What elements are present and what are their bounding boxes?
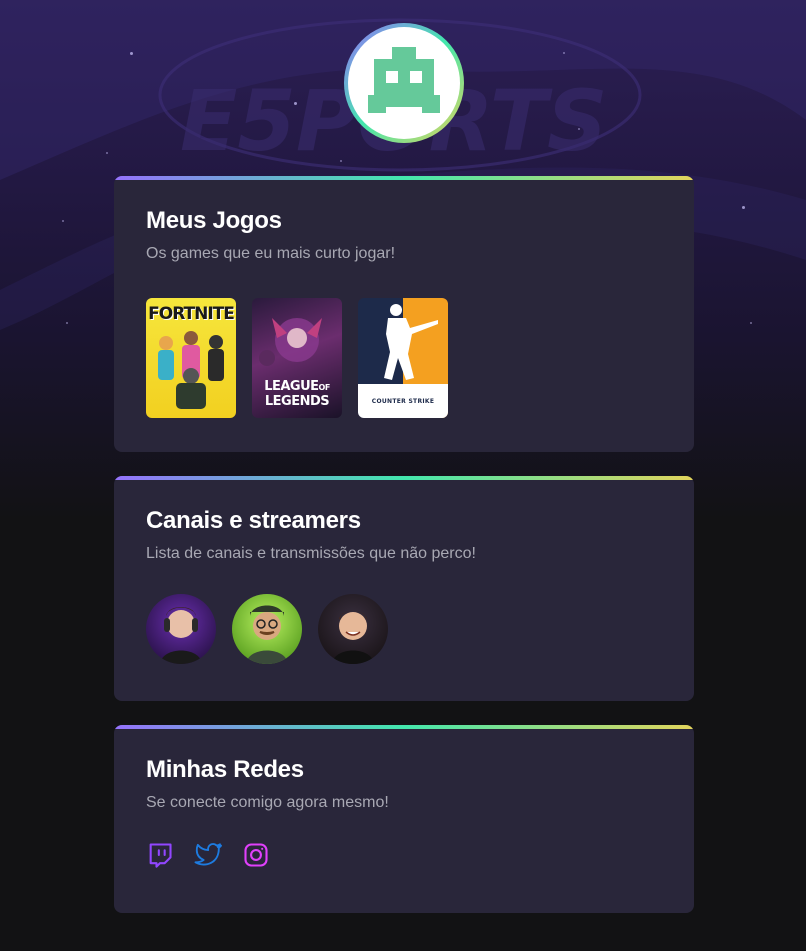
streamer-3-avatar[interactable]: [318, 594, 388, 664]
star: [130, 52, 133, 55]
games-card: Meus Jogos Os games que eu mais curto jo…: [114, 176, 694, 452]
games-title: Meus Jogos: [146, 207, 282, 234]
star: [66, 322, 68, 324]
lol-logo-of: OF: [318, 383, 331, 392]
streamers-card: Canais e streamers Lista de canais e tra…: [114, 476, 694, 701]
socials-list: [146, 841, 662, 869]
avatar: [348, 27, 460, 139]
game-counter-strike[interactable]: COUNTER STRIKE: [358, 298, 448, 418]
star: [750, 322, 752, 324]
cs-logo-line2: STRIKE: [408, 398, 435, 405]
streamers-title: Canais e streamers: [146, 507, 361, 534]
streamer-3-face-icon: [332, 611, 374, 664]
game-fortnite[interactable]: FORTNITE: [146, 298, 236, 418]
star: [340, 160, 342, 162]
star: [563, 52, 565, 54]
fortnite-characters-icon: [158, 331, 224, 409]
lol-logo-line1: LEAGUE: [264, 379, 319, 394]
streamer-2-face-icon: [246, 605, 288, 664]
space-invader-icon: [368, 47, 440, 113]
star: [294, 102, 297, 105]
cs-logo-line1: COUNTER: [371, 398, 407, 405]
streamer-1-avatar[interactable]: [146, 594, 216, 664]
star: [62, 220, 64, 222]
twitch-icon[interactable]: [146, 841, 174, 869]
star: [578, 128, 580, 130]
streamer-1-face-icon: [160, 607, 202, 664]
socials-subtitle: Se conecte comigo agora mesmo!: [146, 794, 389, 811]
streamers-subtitle: Lista de canais e transmissões que não p…: [146, 545, 476, 562]
games-list: FORTNITE LEAGUEOF LEGENDS COUNTER STRIKE: [146, 298, 662, 418]
instagram-icon[interactable]: [242, 841, 270, 869]
socials-title: Minhas Redes: [146, 756, 304, 783]
star: [742, 206, 745, 209]
socials-card: Minhas Redes Se conecte comigo agora mes…: [114, 725, 694, 913]
streamers-list: [146, 594, 662, 664]
twitter-icon[interactable]: [194, 841, 222, 869]
star: [106, 152, 108, 154]
profile-avatar: [344, 23, 464, 143]
lol-logo-line2: LEGENDS: [264, 394, 330, 409]
game-league-of-legends[interactable]: LEAGUEOF LEGENDS: [252, 298, 342, 418]
streamer-2-avatar[interactable]: [232, 594, 302, 664]
games-subtitle: Os games que eu mais curto jogar!: [146, 245, 396, 262]
